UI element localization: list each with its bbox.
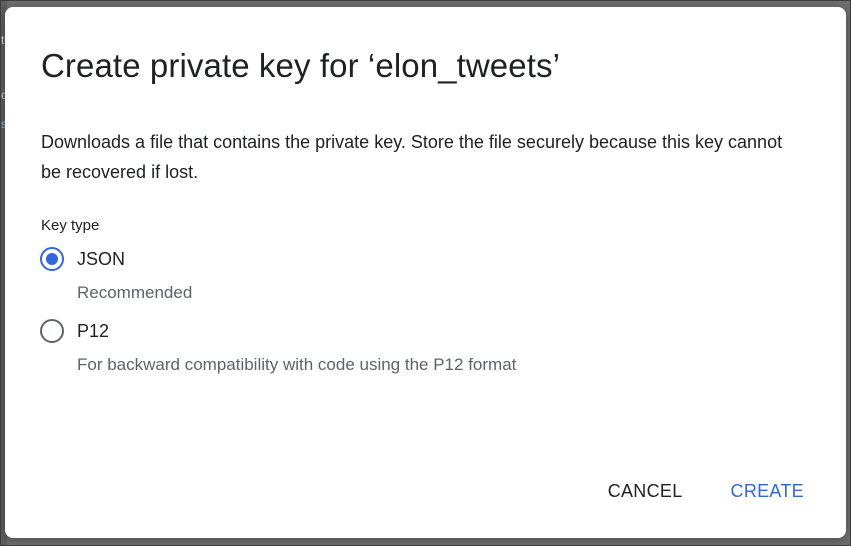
p12-option-hint: For backward compatibility with code usi… (77, 355, 517, 374)
json-option-label: JSON (77, 248, 126, 269)
json-radio-button[interactable] (40, 247, 64, 271)
cancel-button[interactable]: CANCEL (596, 475, 695, 508)
radio-selected-dot (46, 253, 58, 265)
create-private-key-dialog: Create private key for ‘elon_tweets’ Dow… (5, 7, 846, 538)
dialog-actions: CANCEL CREATE (596, 475, 816, 508)
dialog-description: Downloads a file that contains the priva… (41, 132, 783, 182)
p12-option-label: P12 (77, 320, 110, 341)
p12-radio-button[interactable] (40, 319, 64, 343)
key-type-option-json[interactable]: JSON (40, 247, 125, 271)
create-button[interactable]: CREATE (719, 475, 816, 508)
dialog-title: Create private key for ‘elon_tweets’ (41, 47, 561, 84)
key-type-label: Key type (41, 217, 100, 234)
key-type-option-p12[interactable]: P12 (40, 319, 109, 343)
json-option-hint: Recommended (77, 283, 193, 302)
